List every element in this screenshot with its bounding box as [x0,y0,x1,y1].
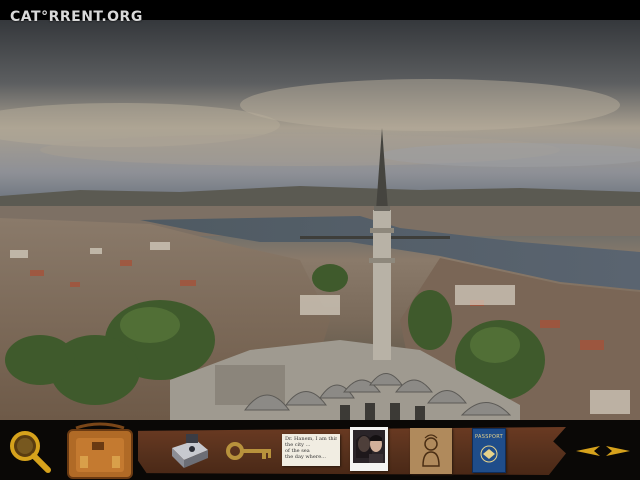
figure-sketch-icon [422,434,440,467]
key-icon [226,442,271,460]
magnifier-icon [10,431,51,473]
passport-item[interactable]: PASSPORT [472,428,506,473]
camera-icon [172,434,208,468]
scroll-left-button[interactable] [576,442,600,456]
arrow-right-icon [606,446,630,456]
eagle-seal-icon [480,445,498,463]
note-line-4: the day where... [285,454,326,460]
passport-label: PASSPORT [475,434,503,440]
photo-item[interactable] [350,427,388,471]
drawing-item[interactable] [410,428,452,474]
photo-portrait-icon [353,430,385,463]
note-item[interactable]: Dr. Hanem, I am thinking of the city ...… [282,434,340,466]
magnifier-button[interactable] [6,428,52,474]
arrow-left-icon [576,446,600,456]
key-item[interactable] [226,438,274,464]
inventory-bag-button[interactable] [62,422,138,480]
watermark-text: CAT°RRENT.ORG [10,9,143,25]
scroll-right-button[interactable] [606,442,630,456]
camera-item[interactable] [168,430,212,470]
bag-icon [67,422,133,479]
scene-illustration [0,20,640,420]
scene-view[interactable] [0,20,640,420]
